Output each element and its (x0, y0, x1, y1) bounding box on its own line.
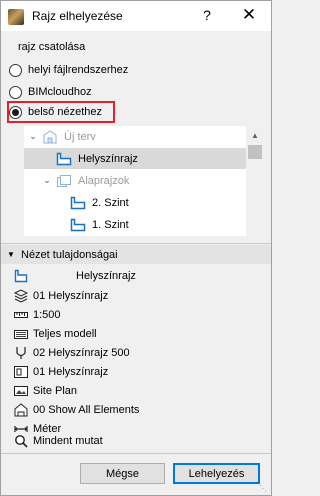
selection-highlight-box (7, 101, 115, 123)
tree-item-label: Alaprajzok (78, 174, 130, 187)
scroll-up-arrow-icon[interactable]: ▲ (251, 131, 259, 140)
view-icon (70, 218, 86, 231)
title-bar: Rajz elhelyezése ? ✕ (1, 1, 271, 31)
tree-item-label: Helyszínrajz (78, 152, 138, 165)
scale-icon (14, 311, 28, 318)
prop-row-layer-combination: 01 Helyszínrajz (1, 286, 271, 305)
prop-row-zoom: Mindent mutat (1, 431, 271, 450)
prop-value: 02 Helyszínrajz 500 (33, 346, 130, 359)
radio-local-filesystem[interactable]: helyi fájlrendszerhez (9, 60, 128, 80)
view-properties-title: Nézet tulajdonságai (21, 248, 118, 261)
graphic-override-icon (14, 385, 28, 396)
scrollbar-thumb[interactable] (248, 145, 262, 159)
radio-label: BIMcloudhoz (28, 86, 92, 98)
view-icon (56, 152, 72, 165)
model-view-options-icon (14, 365, 28, 378)
chevron-down-icon[interactable]: ⌄ (42, 175, 52, 186)
radio-bimcloud[interactable]: BIMcloudhoz (9, 82, 92, 102)
tree-item-floor-plans[interactable]: ⌄ Alaprajzok (24, 170, 246, 191)
view-tree[interactable]: ⌄ Új terv Helyszínrajz ⌄ Alaprajzok 2. S… (24, 126, 264, 236)
radio-button[interactable] (9, 63, 22, 77)
pen-set-icon (16, 346, 26, 359)
prop-value: 01 Helyszínrajz (33, 289, 109, 302)
dialog-window: Rajz elhelyezése ? ✕ rajz csatolása hely… (0, 0, 272, 496)
radio-label: helyi fájlrendszerhez (28, 64, 129, 76)
tree-item-new-project[interactable]: ⌄ Új terv (24, 126, 246, 147)
prop-value: Helyszínrajz (76, 269, 136, 282)
prop-row-view-name: Helyszínrajz (1, 266, 271, 285)
tree-item-site-plan[interactable]: Helyszínrajz (24, 148, 246, 169)
prop-row-pen-set: 02 Helyszínrajz 500 (1, 343, 271, 362)
prop-value: Site Plan (33, 384, 78, 397)
chevron-down-icon[interactable]: ⌄ (28, 131, 38, 142)
prop-value: 01 Helyszínrajz (33, 365, 109, 378)
close-button[interactable]: ✕ (233, 3, 265, 27)
place-button[interactable]: Lehelyezés (173, 463, 260, 484)
radio-button[interactable] (9, 85, 22, 99)
prop-value: 1:500 (33, 308, 61, 321)
view-icon (70, 196, 86, 209)
structure-display-icon (14, 329, 28, 339)
tree-item-level-1[interactable]: 1. Szint (24, 214, 246, 235)
help-button[interactable]: ? (194, 3, 220, 27)
tree-item-label: Új terv (64, 130, 96, 143)
layer-combination-icon (14, 288, 28, 303)
project-folder-icon (43, 129, 57, 143)
renovation-filter-icon (14, 402, 28, 416)
cancel-button[interactable]: Mégse (80, 463, 165, 484)
prop-row-structure-display: Teljes modell (1, 324, 271, 343)
divider (1, 453, 271, 454)
view-properties-header[interactable]: ▼ Nézet tulajdonságai (1, 245, 271, 264)
prop-row-model-view-options: 01 Helyszínrajz (1, 362, 271, 381)
link-section-label: rajz csatolása (18, 41, 86, 53)
folder-icon (57, 174, 71, 187)
resize-grip-icon[interactable]: ⋱ (259, 484, 267, 493)
tree-scrollbar[interactable]: ▲ (246, 126, 264, 236)
prop-value: Teljes modell (33, 327, 97, 340)
divider (1, 243, 271, 244)
collapse-triangle-icon[interactable]: ▼ (7, 250, 15, 259)
prop-row-graphic-override: Site Plan (1, 381, 271, 400)
tree-item-level-2[interactable]: 2. Szint (24, 192, 246, 213)
prop-value: Mindent mutat (33, 434, 103, 447)
view-icon (14, 269, 28, 282)
tree-item-label: 2. Szint (92, 196, 129, 209)
prop-row-scale: 1:500 (1, 305, 271, 324)
prop-value: 00 Show All Elements (33, 403, 140, 416)
archicad-app-icon (8, 9, 24, 25)
tree-item-label: 1. Szint (92, 218, 129, 231)
dialog-title: Rajz elhelyezése (32, 9, 123, 23)
prop-row-renovation-filter: 00 Show All Elements (1, 400, 271, 419)
zoom-icon (15, 434, 28, 448)
